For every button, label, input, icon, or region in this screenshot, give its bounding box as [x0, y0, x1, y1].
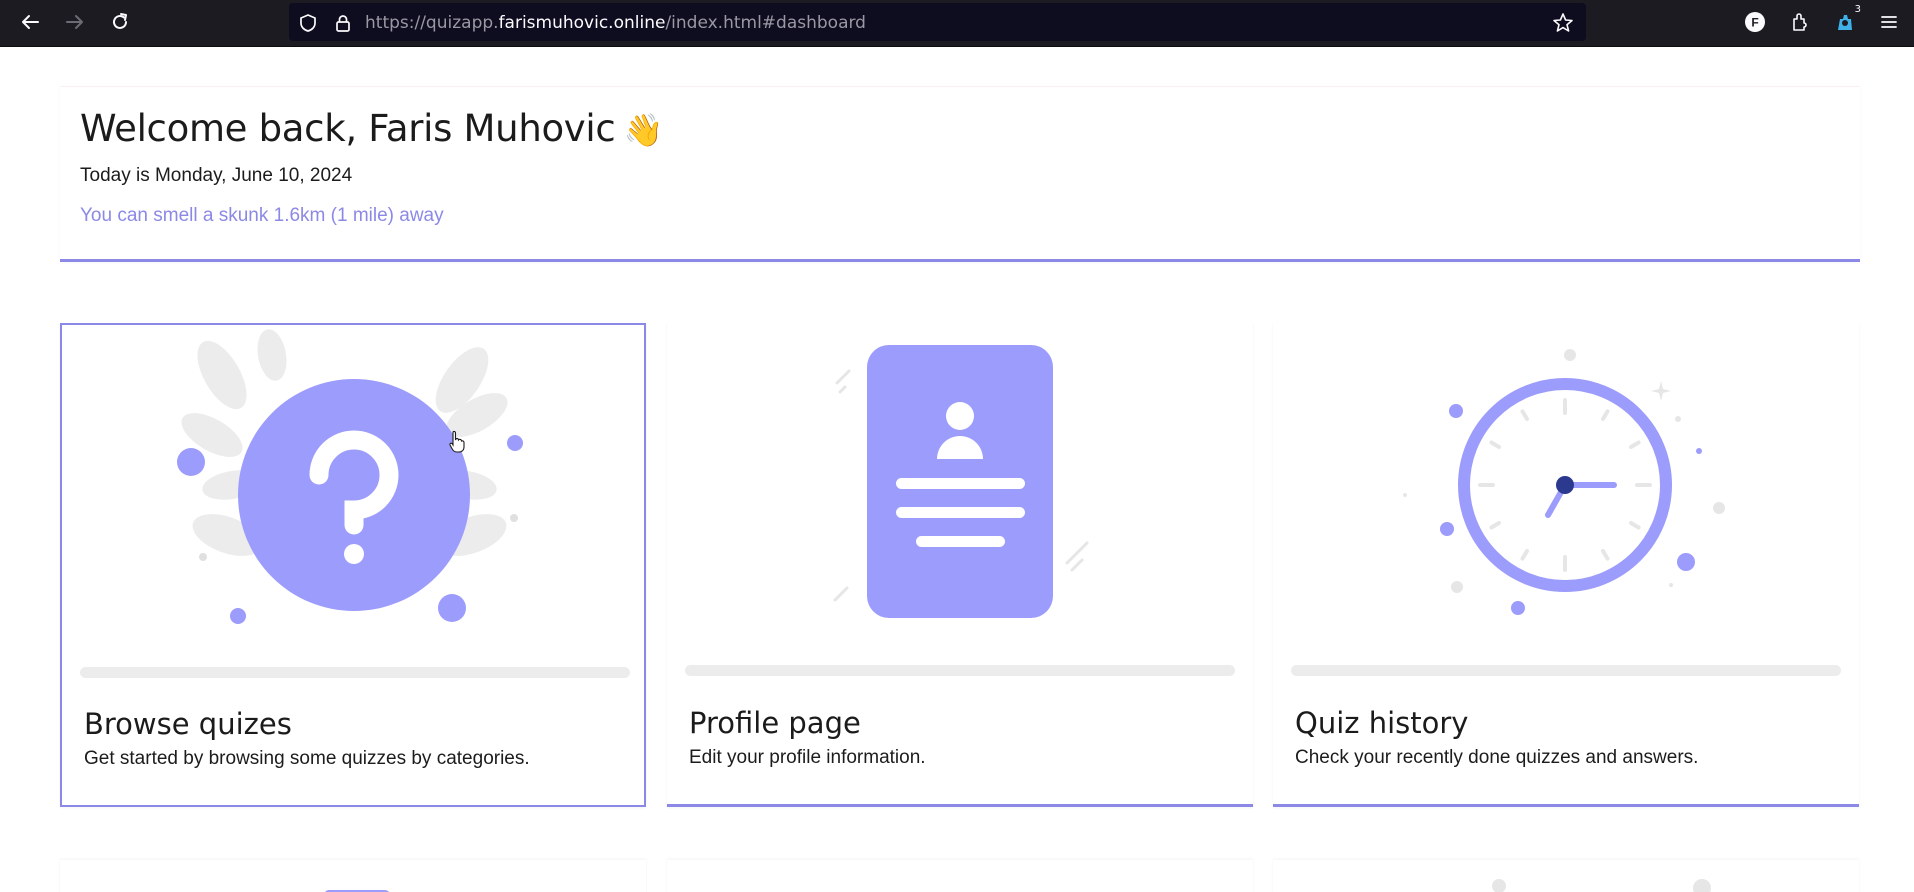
card-title: Quiz history: [1295, 706, 1469, 740]
profile-card-icon: [833, 345, 1089, 618]
url-text[interactable]: https://quizapp.farismuhovic.online/inde…: [365, 13, 866, 33]
waving-hand-icon: 👋: [623, 111, 663, 149]
browse-quizzes-card[interactable]: Browse quizes Get started by browsing so…: [60, 323, 646, 807]
partial-card[interactable]: [1273, 860, 1859, 892]
fun-fact: You can smell a skunk 1.6km (1 mile) awa…: [80, 205, 444, 226]
card-description: Get started by browsing some quizzes by …: [84, 748, 530, 769]
progress-track: [80, 667, 630, 678]
welcome-heading-text: Welcome back, Faris Muhovic: [80, 107, 616, 150]
card-title: Browse quizes: [84, 707, 292, 741]
partial-card[interactable]: [667, 860, 1253, 892]
shield-icon[interactable]: [297, 12, 319, 34]
url-bar[interactable]: https://quizapp.farismuhovic.online/inde…: [289, 3, 1586, 41]
account-icon[interactable]: F: [1743, 10, 1767, 34]
url-host: farismuhovic.online: [498, 13, 666, 33]
extensions-icon[interactable]: [1788, 10, 1812, 34]
url-prefix: https://quizapp.: [365, 13, 499, 33]
bookmark-star-icon[interactable]: [1552, 12, 1574, 34]
url-path: /index.html#dashboard: [665, 13, 866, 33]
forward-arrow-icon[interactable]: [61, 10, 89, 34]
card-title: Profile page: [689, 706, 861, 740]
card-illustration: [325, 890, 389, 892]
partial-card[interactable]: [60, 860, 646, 892]
clock-icon: [1403, 349, 1725, 615]
reload-icon[interactable]: [106, 10, 134, 34]
svg-text:F: F: [1751, 16, 1758, 30]
card-description: Check your recently done quizzes and ans…: [1295, 747, 1699, 768]
card-illustration: [667, 323, 1253, 663]
welcome-card: Welcome back, Faris Muhovic 👋 Today is Mo…: [60, 86, 1860, 262]
browser-toolbar: https://quizapp.farismuhovic.online/inde…: [0, 0, 1914, 47]
progress-track: [685, 665, 1235, 676]
card-description: Edit your profile information.: [689, 747, 926, 768]
today-date: Today is Monday, June 10, 2024: [80, 165, 353, 186]
menu-icon[interactable]: [1877, 10, 1901, 34]
profile-page-card[interactable]: Profile page Edit your profile informati…: [667, 323, 1253, 807]
quiz-history-card[interactable]: Quiz history Check your recently done qu…: [1273, 323, 1859, 807]
extension-badge: 3: [1854, 4, 1861, 15]
lock-icon[interactable]: [332, 12, 354, 34]
card-illustration: [62, 325, 644, 665]
welcome-title: Welcome back, Faris Muhovic 👋: [80, 107, 663, 150]
progress-track: [1291, 665, 1841, 676]
back-arrow-icon[interactable]: [16, 10, 44, 34]
card-illustration: [1273, 323, 1859, 663]
question-icon: [177, 329, 523, 624]
card-illustration: [1492, 879, 1711, 892]
hand-cursor-icon: [448, 430, 466, 454]
tracker-icon[interactable]: 3: [1833, 4, 1861, 34]
